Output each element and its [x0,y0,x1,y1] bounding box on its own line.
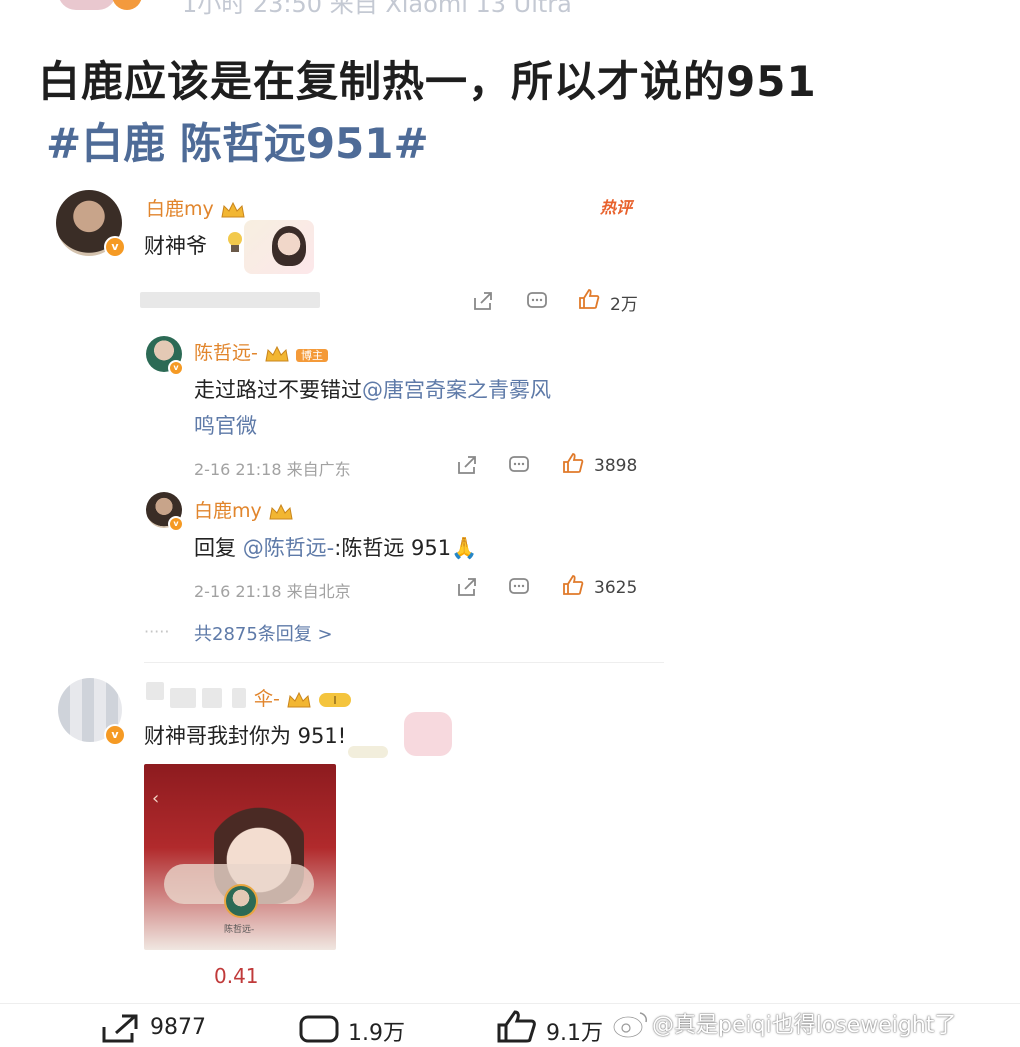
sticker-shadow [348,746,388,758]
reply-text: 回复 @陈哲远-:陈哲远 951🙏 [194,532,477,562]
share-icon[interactable] [456,454,478,476]
like-icon[interactable] [562,574,584,596]
like-count: 9.1万 [546,1021,603,1046]
verified-badge-icon [112,0,142,10]
like-icon[interactable] [578,288,600,310]
reply-text-prefix: 走过路过不要错过 [194,378,362,402]
verified-icon: v [168,516,184,532]
comment-screenshot: v 白鹿my 热评 财神爷 2万 v 陈哲远- 博主 走过路过不要错过@唐宫奇案… [48,180,688,1000]
like-icon[interactable] [496,1009,538,1043]
username-text: 白鹿my [146,198,214,220]
reply-text-suffix: :陈哲远 951 [334,536,452,560]
comment-username[interactable]: 白鹿my [146,194,246,221]
more-replies-link[interactable]: 共2875条回复 > [194,620,333,646]
crown-icon [221,201,245,217]
comment-image[interactable]: ‹ 陈哲远- [144,764,336,950]
like-count: 2万 [610,295,638,315]
reply-meta: 2-16 21:18 来自广东 [194,460,351,479]
reply-username[interactable]: 陈哲远- 博主 [194,338,328,365]
praying-hands-icon: 🙏 [451,536,478,560]
reply-username[interactable]: 白鹿my [194,496,294,523]
username-text: 伞- [254,688,280,710]
divider [0,1003,1020,1004]
level-badge-icon: I [318,692,351,707]
comment-username[interactable]: 伞- I [254,684,352,711]
verified-icon: v [104,236,126,258]
blurred-meta [140,292,320,308]
comment-icon[interactable] [526,290,548,312]
more-dots: ····· [144,622,170,641]
image-avatar [224,884,258,918]
mention-link[interactable]: @唐宫奇案之青雾风 [362,378,551,402]
mention-link[interactable]: @陈哲远- [243,536,335,560]
like-count: 3625 [594,578,638,598]
like-icon[interactable] [562,452,584,474]
bottom-action-bar: 9877 1.9万 9.1万 @真是peiqi也得loseweight了 [0,1003,1020,1046]
svg-text:I: I [333,694,336,707]
share-icon[interactable] [456,576,478,598]
blurred-username [170,688,196,708]
comment-count: 1.9万 [348,1021,405,1046]
post-meta: 1小时 23:50 来自 Xiaomi 13 Ultra [182,0,572,18]
verified-icon: v [104,724,126,746]
divider [144,662,664,663]
blurred-username [146,682,164,700]
crown-icon [265,345,289,361]
post-text: 白鹿应该是在复制热一，所以才说的951 [38,57,817,106]
comment-icon[interactable] [508,576,530,598]
blurred-username [232,688,246,708]
comment-text: 财神哥我封你为 951! [144,724,347,748]
blurred-username [202,688,222,708]
author-avatar[interactable] [58,0,116,10]
comment-text: 财神爷 [144,234,207,258]
weibo-logo-icon [612,1012,647,1039]
share-icon[interactable] [472,290,494,312]
post-hashtag[interactable]: #白鹿 陈哲远951# [46,110,429,171]
back-icon: ‹ [152,788,160,809]
repost-icon[interactable] [100,1013,142,1045]
reply-text: 走过路过不要错过@唐宫奇案之青雾风 [194,374,551,404]
reply-text-prefix: 回复 [194,536,236,560]
username-text: 陈哲远- [194,342,258,364]
comment-icon[interactable] [298,1013,340,1045]
repost-count: 9877 [150,1015,206,1040]
author-tag: 博主 [295,349,328,362]
like-count: 3898 [594,456,638,476]
crown-icon [287,691,311,707]
verified-icon: v [168,360,184,376]
mention-link-cont[interactable]: 鸣官微 [194,410,257,440]
sticker-face [272,226,306,266]
comment-icon[interactable] [508,454,530,476]
lightbulb-icon [228,232,242,252]
sticker-image [244,220,314,274]
crown-icon [269,503,293,519]
image-caption: 陈哲远- [224,925,255,935]
sticker-image [404,712,452,756]
username-text: 白鹿my [194,500,262,522]
hot-comment-badge: 热评 [600,198,633,217]
image-number: 0.41 [214,964,259,988]
reply-meta: 2-16 21:18 来自北京 [194,582,351,601]
watermark-text: @真是peiqi也得loseweight了 [652,1013,957,1038]
